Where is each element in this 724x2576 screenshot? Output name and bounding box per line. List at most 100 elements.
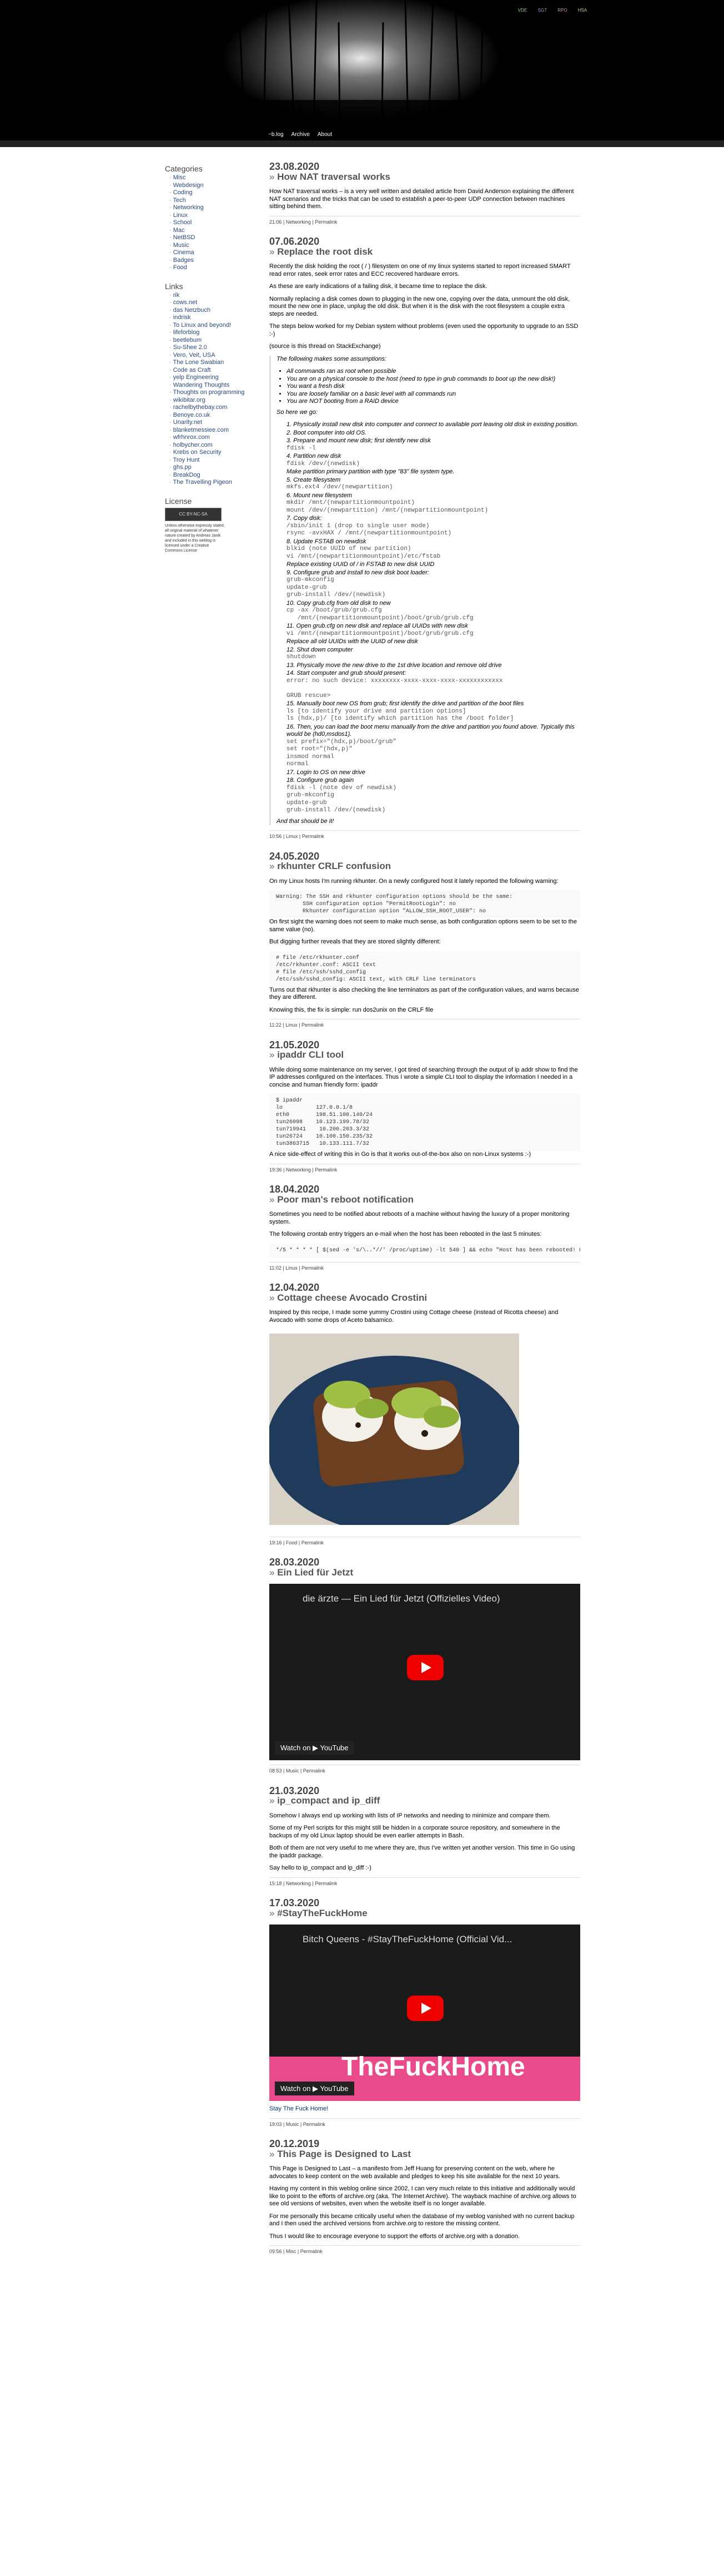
license-text: Unless otherwise expressly stated, all o… bbox=[165, 523, 225, 553]
step-command: fdisk -l (note dev of newdisk) grub-mkco… bbox=[286, 784, 397, 814]
step-text: 12. Shut down computer bbox=[286, 646, 353, 653]
post-paragraph: A nice side-effect of writing this in Go… bbox=[269, 1151, 531, 1158]
assumption-item: You are on a physical console to the hos… bbox=[286, 376, 580, 383]
step-item: 2. Boot computer into old OS. bbox=[286, 430, 580, 437]
step-text: 10. Copy grub.cfg from old disk to new bbox=[286, 599, 391, 607]
post-title[interactable]: Poor man's reboot notification bbox=[269, 1195, 580, 1204]
assumptions-quote: The following makes some assumptions: Al… bbox=[269, 355, 580, 825]
step-text: 7. Copy disk: bbox=[286, 515, 322, 522]
stay-home-link[interactable]: Stay The Fuck Home! bbox=[269, 2105, 328, 2112]
post-title[interactable]: This Page is Designed to Last bbox=[269, 2149, 580, 2158]
post-title[interactable]: #StayTheFuckHome bbox=[269, 1908, 580, 1917]
post-meta: 08:53 | Music | Permalink bbox=[269, 1765, 580, 1775]
play-icon[interactable] bbox=[407, 1655, 444, 1680]
crostini-photo bbox=[267, 1334, 522, 1533]
category-link[interactable]: NetBSD bbox=[165, 234, 259, 242]
blogroll-link[interactable]: Wandering Thoughts bbox=[165, 382, 259, 390]
step-item: 9. Configure grub and install to new dis… bbox=[286, 569, 580, 599]
assumptions-intro: The following makes some assumptions: bbox=[276, 355, 387, 362]
step-text: 8. Update FSTAB on newdisk bbox=[286, 538, 366, 545]
blogroll-link[interactable]: cows.net bbox=[165, 299, 259, 307]
watch-on-youtube-button[interactable]: Watch on ▶ YouTube bbox=[275, 1740, 354, 1755]
step-text: 16. Then, you can load the boot menu man… bbox=[286, 723, 575, 738]
blogroll-link[interactable]: Troy Hunt bbox=[165, 457, 259, 464]
category-link[interactable]: Networking bbox=[165, 204, 259, 212]
post-paragraph: For me personally this became critically… bbox=[269, 2213, 575, 2228]
blogroll-link[interactable]: Code as Craft bbox=[165, 367, 259, 375]
post-title[interactable]: Cottage cheese Avocado Crostini bbox=[269, 1293, 580, 1302]
step-command: fdisk /dev/(newdisk) bbox=[286, 460, 360, 467]
step-item: 1. Physically install new disk into comp… bbox=[286, 421, 580, 429]
watch-on-youtube-button[interactable]: Watch on ▶ YouTube bbox=[275, 2081, 354, 2095]
category-link[interactable]: Music bbox=[165, 242, 259, 250]
blogroll-link[interactable]: holbycher.com bbox=[165, 442, 259, 449]
blog-post: 28.03.2020 Ein Lied für Jetzt die ärzte … bbox=[269, 1557, 580, 1775]
blogroll-link[interactable]: The Lone Swabian bbox=[165, 359, 259, 367]
blogroll-link[interactable]: Vero, Veit, USA bbox=[165, 352, 259, 360]
step-text: Make partition primary partition with ty… bbox=[286, 468, 455, 475]
post-date: 23.08.2020 bbox=[269, 161, 320, 172]
language-link[interactable]: SGT bbox=[536, 8, 549, 13]
post-paragraph: On first sight the warning does not seem… bbox=[269, 918, 577, 933]
post-paragraph: The following crontab entry triggers an … bbox=[269, 1231, 542, 1238]
post-title[interactable]: ipaddr CLI tool bbox=[269, 1050, 580, 1059]
category-link[interactable]: Badges bbox=[165, 257, 259, 265]
youtube-embed[interactable]: Bitch Queens - #StayTheFuckHome (Officia… bbox=[269, 1925, 580, 2101]
main-content: 23.08.2020 How NAT traversal works How N… bbox=[267, 161, 580, 2268]
blogroll-link[interactable]: Benoye.co.uk bbox=[165, 412, 259, 420]
language-link[interactable]: HSA bbox=[576, 8, 589, 13]
blogroll-link[interactable]: das Netzbuch bbox=[165, 307, 259, 315]
blogroll-link[interactable]: blanketmessiee.com bbox=[165, 427, 259, 435]
video-title[interactable]: Bitch Queens - #StayTheFuckHome (Officia… bbox=[303, 1934, 512, 1943]
assumptions-list: All commands ran as root when possibleYo… bbox=[286, 368, 580, 406]
category-link[interactable]: Linux bbox=[165, 212, 259, 220]
post-date: 17.03.2020 bbox=[269, 1897, 320, 1908]
blogroll-link[interactable]: wikibitar.org bbox=[165, 397, 259, 405]
blogroll-link[interactable]: Thoughts on programming bbox=[165, 389, 259, 397]
blogroll-link[interactable]: To Linux and beyond! bbox=[165, 322, 259, 330]
step-text: 4. Partition new disk bbox=[286, 453, 341, 459]
nav-about[interactable]: About bbox=[318, 132, 332, 138]
step-item: 5. Create filesystem mkfs.ext4 /dev/(newp… bbox=[286, 477, 580, 492]
nav-blog[interactable]: ~b.log bbox=[268, 132, 284, 138]
nav-archive[interactable]: Archive bbox=[291, 132, 310, 138]
blogroll-link[interactable]: ghs.pp bbox=[165, 464, 259, 472]
creative-commons-badge[interactable]: CC BY-NC-SA bbox=[165, 507, 222, 521]
blogroll-link[interactable]: beetlebum bbox=[165, 337, 259, 345]
blogroll-link[interactable]: BreakDog bbox=[165, 472, 259, 479]
post-title[interactable]: ip_compact and ip_diff bbox=[269, 1796, 580, 1805]
category-link[interactable]: Coding bbox=[165, 189, 259, 197]
post-title[interactable]: How NAT traversal works bbox=[269, 172, 580, 181]
language-selector: VDE SGT RPO HSA bbox=[516, 8, 589, 13]
step-text: 15. Manually boot new OS from grub; firs… bbox=[286, 700, 524, 707]
blogroll-link[interactable]: indrisk bbox=[165, 314, 259, 322]
category-link[interactable]: Tech bbox=[165, 197, 259, 205]
category-link[interactable]: School bbox=[165, 219, 259, 227]
category-link[interactable]: Misc bbox=[165, 174, 259, 182]
category-link[interactable]: Mac bbox=[165, 227, 259, 235]
blogroll-link[interactable]: lifeforblog bbox=[165, 329, 259, 337]
category-link[interactable]: Food bbox=[165, 264, 259, 272]
post-title[interactable]: Replace the root disk bbox=[269, 247, 580, 256]
blogroll-link[interactable]: yelp Engineering bbox=[165, 374, 259, 382]
blogroll-link[interactable]: The Travelling Pigeon bbox=[165, 479, 259, 487]
category-link[interactable]: Webdesign bbox=[165, 182, 259, 190]
post-title[interactable]: Ein Lied für Jetzt bbox=[269, 1568, 580, 1577]
post-title[interactable]: rkhunter CRLF confusion bbox=[269, 861, 580, 870]
step-text: 2. Boot computer into old OS. bbox=[286, 429, 367, 436]
blogroll-link[interactable]: Unarity.net bbox=[165, 419, 259, 427]
code-block: # file /etc/rkhunter.conf /etc/rkhunter.… bbox=[269, 951, 580, 987]
blogroll-link[interactable]: wfrhnrox.com bbox=[165, 434, 259, 442]
video-title[interactable]: die ärzte — Ein Lied für Jetzt (Offiziel… bbox=[303, 1594, 500, 1603]
language-link[interactable]: RPO bbox=[556, 8, 569, 13]
step-item: 3. Prepare and mount new disk; first ide… bbox=[286, 437, 580, 452]
blogroll-link[interactable]: rachelbythebay.com bbox=[165, 404, 259, 412]
blogroll-link[interactable]: rik bbox=[165, 292, 259, 300]
post-paragraph: Inspired by this recipe, I made some yum… bbox=[269, 1309, 559, 1324]
category-link[interactable]: Cinema bbox=[165, 249, 259, 257]
language-link[interactable]: VDE bbox=[516, 8, 529, 13]
blogroll-link[interactable]: Su-Shee 2.0 bbox=[165, 344, 259, 352]
youtube-embed[interactable]: die ärzte — Ein Lied für Jetzt (Offiziel… bbox=[269, 1584, 580, 1760]
play-icon[interactable] bbox=[407, 1996, 444, 2021]
blogroll-link[interactable]: Krebs on Security bbox=[165, 449, 259, 457]
